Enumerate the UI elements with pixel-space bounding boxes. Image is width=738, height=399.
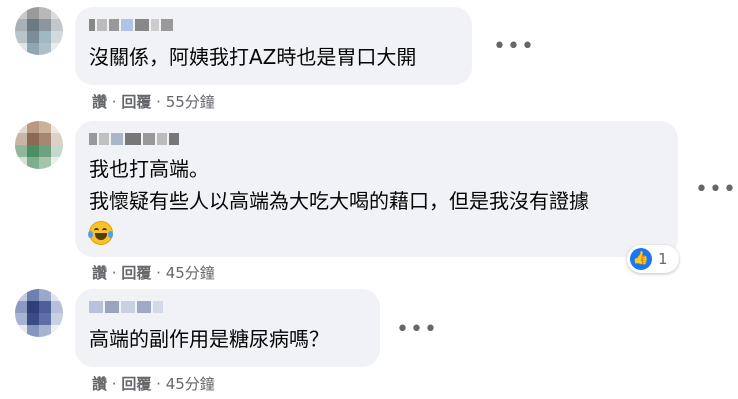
- separator: ·: [156, 264, 161, 282]
- comment-actions: 讚 · 回覆 · 45分鐘: [92, 263, 215, 283]
- author-name-redacted[interactable]: [89, 17, 173, 31]
- comment-text-line-2: 我懷疑有些人以高端為大吃大喝的藉口，但是我沒有證據: [89, 189, 589, 213]
- separator: ·: [111, 93, 117, 111]
- crying-laughing-emoji-icon: [88, 221, 113, 245]
- like-link[interactable]: 讚: [92, 264, 107, 282]
- separator: ·: [111, 264, 117, 282]
- avatar[interactable]: [15, 289, 63, 337]
- reply-link[interactable]: 回覆: [121, 93, 151, 111]
- like-link[interactable]: 讚: [92, 93, 107, 111]
- reaction-count: 1: [658, 250, 668, 268]
- comment-text: 高端的副作用是糖尿病嗎？: [89, 327, 329, 351]
- separator: ·: [111, 375, 117, 393]
- more-options-icon[interactable]: •••: [493, 36, 535, 58]
- more-options-icon[interactable]: •••: [396, 319, 438, 341]
- comment-bubble: 沒關係，阿姨我打AZ時也是胃口大開: [75, 7, 472, 85]
- timestamp[interactable]: 55分鐘: [166, 93, 215, 111]
- comment-bubble: 高端的副作用是糖尿病嗎？: [75, 289, 380, 367]
- comment-text-line-1: 我也打高端。: [89, 157, 209, 181]
- comment-actions: 讚 · 回覆 · 45分鐘: [92, 374, 215, 394]
- thumbs-up-icon: 👍: [630, 248, 652, 270]
- timestamp[interactable]: 45分鐘: [166, 375, 215, 393]
- author-name-redacted[interactable]: [89, 131, 179, 145]
- reaction-summary[interactable]: 👍 1: [627, 245, 679, 273]
- avatar[interactable]: [15, 121, 63, 169]
- more-options-icon[interactable]: •••: [695, 179, 737, 201]
- timestamp[interactable]: 45分鐘: [166, 264, 215, 282]
- author-name-redacted[interactable]: [89, 299, 163, 313]
- comment-actions: 讚 · 回覆 · 55分鐘: [92, 92, 215, 112]
- comment-bubble: 我也打高端。 我懷疑有些人以高端為大吃大喝的藉口，但是我沒有證據: [75, 121, 678, 257]
- reply-link[interactable]: 回覆: [121, 264, 151, 282]
- like-link[interactable]: 讚: [92, 375, 107, 393]
- reply-link[interactable]: 回覆: [121, 375, 151, 393]
- avatar[interactable]: [15, 7, 63, 55]
- comment-text: 沒關係，阿姨我打AZ時也是胃口大開: [89, 45, 417, 69]
- separator: ·: [156, 93, 161, 111]
- separator: ·: [156, 375, 161, 393]
